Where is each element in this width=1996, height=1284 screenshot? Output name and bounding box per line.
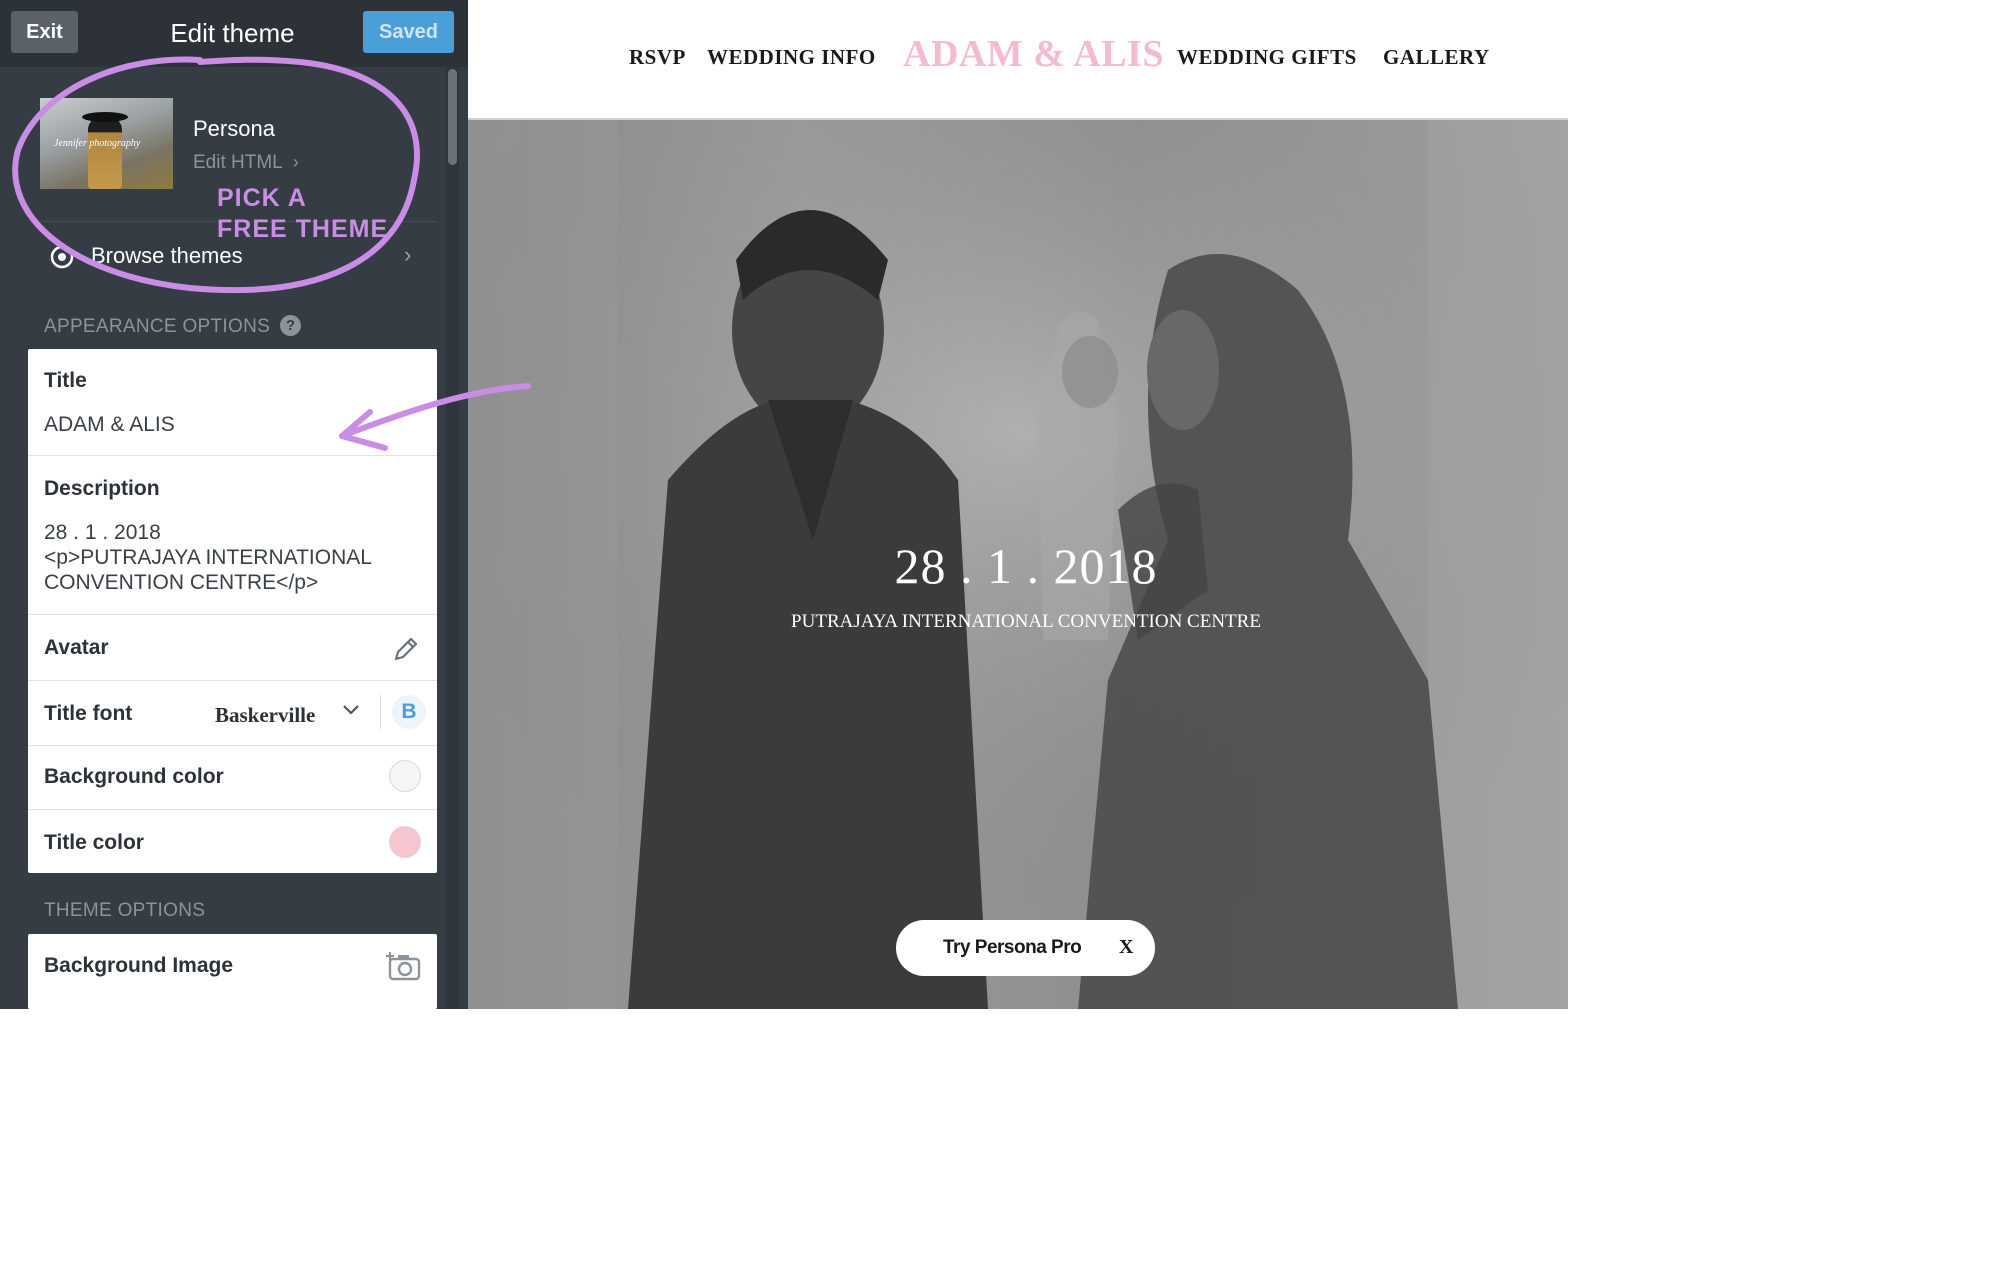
title-color-label: Title color [44, 831, 144, 854]
camera-add-icon[interactable] [386, 950, 422, 982]
avatar-option[interactable]: Avatar [28, 615, 437, 681]
background-color-option[interactable]: Background color [28, 746, 437, 810]
theme-editor-panel: Exit Edit theme Saved Jennifer photograp… [0, 0, 468, 1009]
bold-toggle[interactable]: B [392, 695, 426, 729]
thumbnail-hat [82, 112, 128, 122]
description-line: CONVENTION CENTRE</p> [44, 571, 319, 594]
title-font-select[interactable]: Baskerville [215, 703, 315, 728]
try-pro-label[interactable]: Try Persona Pro [943, 937, 1082, 959]
nav-wedding-info[interactable]: WEDDING INFO [707, 45, 876, 70]
thumbnail-figure [88, 116, 122, 189]
description-label: Description [44, 477, 160, 500]
title-option[interactable]: Title ADAM & ALIS [28, 349, 437, 456]
appearance-options-card: Title ADAM & ALIS Description 28 . 1 . 2… [28, 349, 437, 873]
title-font-label: Title font [44, 702, 133, 725]
site-title[interactable]: ADAM & ALIS [903, 32, 1164, 76]
background-color-label: Background color [44, 765, 224, 788]
saved-button[interactable]: Saved [363, 11, 454, 53]
try-pro-banner[interactable]: Try Persona Pro X [896, 920, 1155, 976]
description-line: <p>PUTRAJAYA INTERNATIONAL [44, 546, 372, 569]
appearance-options-heading: APPEARANCE OPTIONS? [44, 315, 302, 338]
hero-date: 28 . 1 . 2018 [894, 538, 1158, 594]
title-font-option[interactable]: Title font Baskerville B [28, 681, 437, 746]
editor-title: Edit theme [170, 18, 295, 48]
edit-html-link[interactable]: Edit HTML › [193, 152, 299, 174]
hero-venue: PUTRAJAYA INTERNATIONAL CONVENTION CENTR… [791, 611, 1261, 632]
description-option[interactable]: Description 28 . 1 . 2018 <p>PUTRAJAYA I… [28, 456, 437, 615]
theme-options-heading: THEME OPTIONS [44, 900, 206, 921]
site-nav: RSVP WEDDING INFO ADAM & ALIS WEDDING GI… [468, 0, 1568, 120]
edit-html-label: Edit HTML [193, 152, 283, 173]
exit-button[interactable]: Exit [11, 11, 78, 53]
theme-options-card: Background Image [28, 934, 437, 1009]
help-icon[interactable]: ? [280, 315, 302, 336]
annotation-line: FREE THEME [217, 215, 389, 243]
description-field[interactable]: 28 . 1 . 2018 <p>PUTRAJAYA INTERNATIONAL… [44, 520, 372, 595]
chevron-right-icon[interactable]: › [404, 242, 411, 268]
browse-themes-icon [50, 245, 74, 269]
nav-rsvp[interactable]: RSVP [629, 45, 686, 70]
theme-thumbnail[interactable]: Jennifer photography [40, 98, 173, 189]
background-color-swatch[interactable] [389, 760, 421, 792]
chevron-down-icon[interactable] [341, 699, 361, 719]
close-icon[interactable]: X [1119, 936, 1133, 959]
title-color-option[interactable]: Title color [28, 810, 437, 873]
pencil-icon[interactable] [392, 635, 420, 663]
pick-free-theme-annotation: PICK A FREE THEME [217, 183, 388, 245]
avatar-label: Avatar [44, 636, 109, 659]
annotation-line: PICK A [217, 184, 307, 212]
thumbnail-caption: Jennifer photography [54, 138, 141, 149]
description-line: 28 . 1 . 2018 [44, 521, 161, 544]
editor-header: Exit Edit theme Saved [0, 0, 468, 67]
nav-wedding-gifts[interactable]: WEDDING GIFTS [1177, 45, 1357, 70]
hero-section: 28 . 1 . 2018 PUTRAJAYA INTERNATIONAL CO… [468, 120, 1568, 1009]
editor-scrollbar[interactable] [446, 67, 459, 1009]
background-image-label[interactable]: Background Image [44, 954, 233, 978]
theme-name: Persona [193, 116, 275, 141]
chevron-right-icon: › [292, 152, 299, 172]
browse-themes-label[interactable]: Browse themes [91, 243, 243, 269]
appearance-heading-text: APPEARANCE OPTIONS [44, 316, 271, 337]
title-field[interactable]: ADAM & ALIS [44, 412, 175, 437]
font-separator [380, 695, 381, 729]
site-preview: RSVP WEDDING INFO ADAM & ALIS WEDDING GI… [468, 0, 1568, 1009]
title-color-swatch[interactable] [389, 826, 421, 858]
title-label: Title [44, 369, 87, 392]
nav-gallery[interactable]: GALLERY [1383, 45, 1490, 70]
scrollbar-thumb[interactable] [448, 69, 457, 165]
